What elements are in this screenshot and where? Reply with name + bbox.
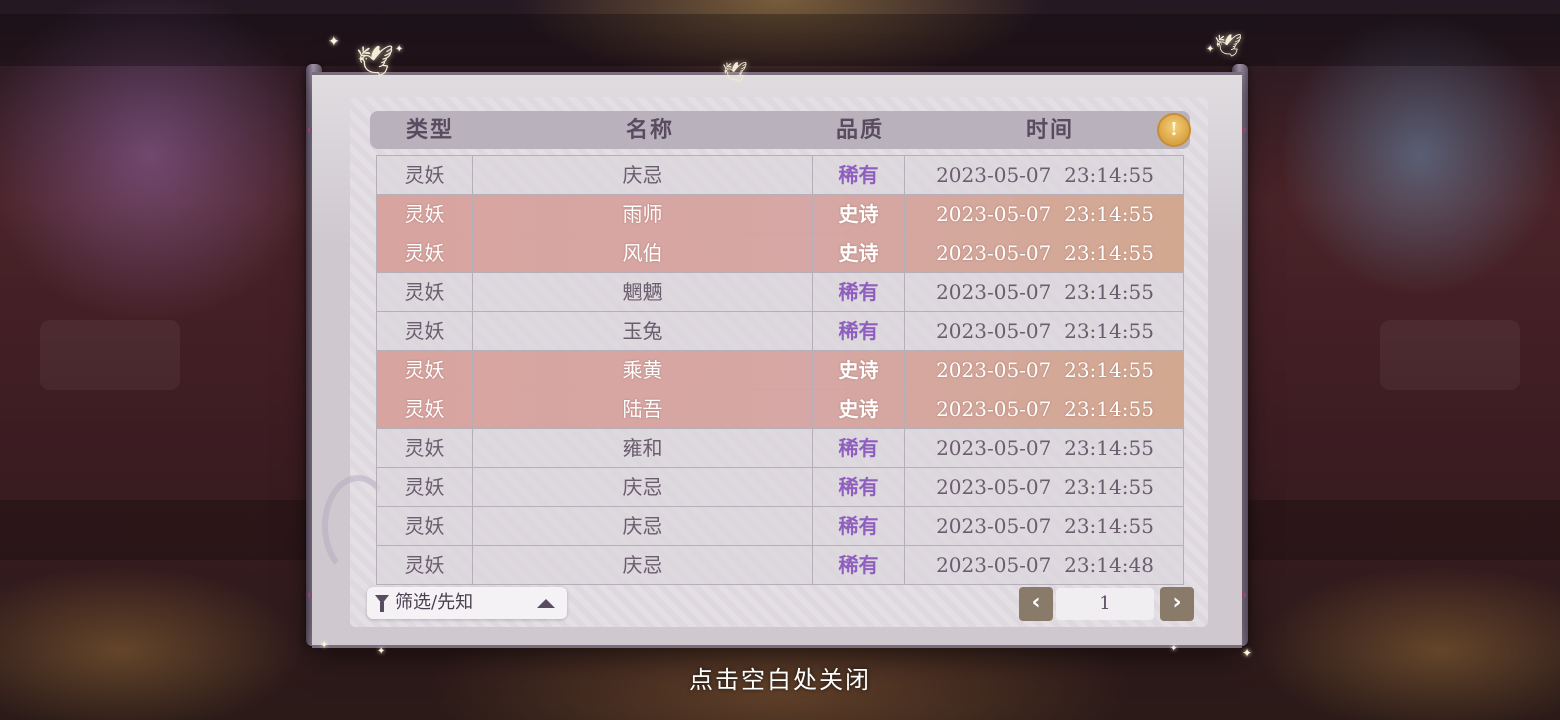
cell-name: 风伯 — [473, 234, 813, 272]
column-header-name: 名称 — [625, 117, 674, 143]
chevron-up-icon — [537, 599, 555, 608]
sparkle-icon: ✦ — [1206, 44, 1215, 55]
cell-name: 庆忌 — [473, 468, 813, 506]
column-header-type: 类型 — [405, 117, 454, 143]
cell-name: 乘黄 — [473, 351, 813, 389]
cell-type: 灵妖 — [377, 546, 473, 584]
cell-quality: 稀有 — [813, 312, 905, 350]
close-hint-text[interactable]: 点击空白处关闭 — [580, 660, 980, 695]
cell-type: 灵妖 — [377, 468, 473, 506]
cell-time: 2023-05-07 23:14:55 — [936, 202, 1154, 226]
cell-name: 陆吾 — [473, 390, 813, 428]
background-panel-right — [1380, 320, 1520, 390]
cell-name: 庆忌 — [473, 546, 813, 584]
cell-type: 灵妖 — [377, 429, 473, 467]
sparkle-icon: ✦ — [1170, 644, 1178, 654]
cell-quality: 史诗 — [813, 234, 905, 272]
cell-time: 2023-05-07 23:14:55 — [936, 241, 1154, 265]
sparkle-icon: ✦ — [1242, 646, 1253, 660]
table-row: 灵妖 陆吾 史诗 2023-05-07 23:14:55 — [376, 390, 1184, 429]
cell-time: 2023-05-07 23:14:55 — [936, 475, 1154, 499]
filter-dropdown[interactable]: 筛选/先知 — [367, 587, 567, 619]
cell-quality: 稀有 — [813, 273, 905, 311]
cell-type: 灵妖 — [377, 195, 473, 233]
cell-time: 2023-05-07 23:14:48 — [936, 553, 1154, 577]
cell-time: 2023-05-07 23:14:55 — [936, 163, 1154, 187]
cell-time: 2023-05-07 23:14:55 — [936, 280, 1154, 304]
table-row: 灵妖 魍魉 稀有 2023-05-07 23:14:55 — [376, 273, 1184, 312]
cell-type: 灵妖 — [377, 390, 473, 428]
table-row: 灵妖 庆忌 稀有 2023-05-07 23:14:55 — [376, 468, 1184, 507]
sparkle-icon: ✦ — [328, 34, 340, 50]
cell-quality: 稀有 — [813, 507, 905, 545]
table-row: 灵妖 庆忌 稀有 2023-05-07 23:14:55 — [376, 507, 1184, 546]
sparkle-icon: ✦ — [395, 44, 404, 55]
table-row: 灵妖 庆忌 稀有 2023-05-07 23:14:55 — [376, 155, 1184, 195]
background-top-bar — [0, 14, 1560, 66]
cell-time: 2023-05-07 23:14:55 — [936, 319, 1154, 343]
column-header-quality: 品质 — [835, 117, 884, 143]
cell-type: 灵妖 — [377, 156, 473, 194]
hint-icon[interactable]: ! — [1157, 113, 1191, 147]
chevron-left-icon[interactable]: ‹ — [1019, 587, 1053, 621]
cell-time: 2023-05-07 23:14:55 — [936, 436, 1154, 460]
cell-quality: 史诗 — [813, 390, 905, 428]
cell-quality: 稀有 — [813, 468, 905, 506]
filter-icon — [375, 595, 389, 612]
cell-quality: 稀有 — [813, 546, 905, 584]
cell-type: 灵妖 — [377, 234, 473, 272]
cell-name: 玉兔 — [473, 312, 813, 350]
cell-quality: 史诗 — [813, 195, 905, 233]
chevron-right-icon[interactable]: › — [1160, 587, 1194, 621]
swallow-icon: 🕊 — [1214, 34, 1242, 59]
record-scroll-panel: 类型 名称 品质 时间 ! 灵妖 庆忌 稀有 2023-05-07 23:14:55 灵… — [312, 72, 1242, 648]
table-row: 灵妖 玉兔 稀有 2023-05-07 23:14:55 — [376, 312, 1184, 351]
cell-quality: 史诗 — [813, 351, 905, 389]
table-row: 灵妖 风伯 史诗 2023-05-07 23:14:55 — [376, 234, 1184, 273]
table-row: 灵妖 雍和 稀有 2023-05-07 23:14:55 — [376, 429, 1184, 468]
column-header-time: 时间 — [1025, 117, 1074, 143]
table-row: 灵妖 庆忌 稀有 2023-05-07 23:14:48 — [376, 546, 1184, 585]
cell-time: 2023-05-07 23:14:55 — [936, 514, 1154, 538]
cell-type: 灵妖 — [377, 507, 473, 545]
cell-time: 2023-05-07 23:14:55 — [936, 397, 1154, 421]
filter-label: 筛选/先知 — [395, 592, 474, 613]
cell-name: 魍魉 — [473, 273, 813, 311]
cell-name: 雍和 — [473, 429, 813, 467]
cell-name: 雨师 — [473, 195, 813, 233]
background-panel-left — [40, 320, 180, 390]
cell-type: 灵妖 — [377, 312, 473, 350]
cell-type: 灵妖 — [377, 273, 473, 311]
sparkle-icon: ✦ — [320, 640, 329, 651]
cell-name: 庆忌 — [473, 156, 813, 194]
sparkle-icon: ✦ — [377, 646, 386, 657]
table-header: 类型 名称 品质 时间 ! — [370, 111, 1191, 149]
record-table: 灵妖 庆忌 稀有 2023-05-07 23:14:55 灵妖 雨师 史诗 2023-05-0… — [376, 155, 1184, 585]
swallow-icon: 🕊 — [356, 44, 395, 79]
table-row: 灵妖 雨师 史诗 2023-05-07 23:14:55 — [376, 195, 1184, 234]
table-row: 灵妖 乘黄 史诗 2023-05-07 23:14:55 — [376, 351, 1184, 390]
cell-type: 灵妖 — [377, 351, 473, 389]
page-number: 1 — [1056, 588, 1154, 620]
cell-time: 2023-05-07 23:14:55 — [936, 358, 1154, 382]
cell-name: 庆忌 — [473, 507, 813, 545]
swallow-icon: 🕊 — [722, 60, 748, 84]
cell-quality: 稀有 — [813, 429, 905, 467]
cell-quality: 稀有 — [813, 156, 905, 194]
